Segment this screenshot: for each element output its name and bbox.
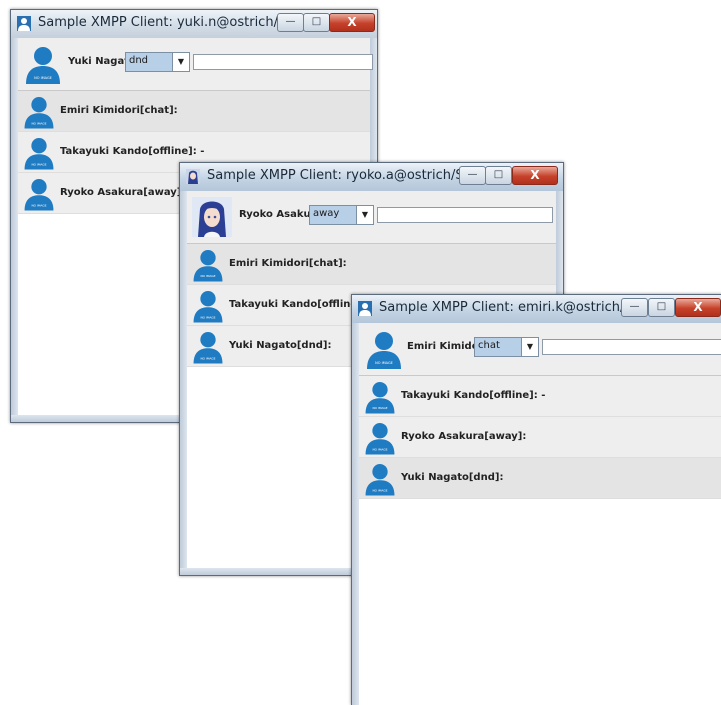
avatar-caption: NO IMAGE: [372, 406, 387, 410]
contact-avatar: NO IMAGE: [191, 288, 225, 323]
window-title: Sample XMPP Client: ryoko.a@ostrich/S...: [207, 168, 477, 183]
avatar-caption: NO IMAGE: [31, 121, 46, 125]
contact-label: Takayuki Kando[offline]: -: [401, 390, 546, 401]
avatar-caption: NO IMAGE: [375, 361, 393, 365]
contact-avatar: NO IMAGE: [22, 94, 56, 129]
status-value: chat: [478, 340, 500, 351]
title-bar[interactable]: Sample XMPP Client: ryoko.a@ostrich/S...…: [180, 163, 563, 191]
contact-avatar: NO IMAGE: [191, 247, 225, 282]
avatar-caption: NO IMAGE: [34, 76, 52, 80]
close-button[interactable]: X: [329, 13, 375, 32]
contact-avatar: NO IMAGE: [363, 379, 397, 414]
contact-item[interactable]: NO IMAGE Yuki Nagato[dnd]:: [359, 458, 721, 499]
user-header: NO IMAGE Yuki Nagato dnd ▼: [18, 38, 373, 91]
window-title: Sample XMPP Client: yuki.n@ostrich/...: [38, 15, 291, 30]
title-bar[interactable]: Sample XMPP Client: emiri.k@ostrich/... …: [352, 295, 721, 323]
user-icon: [17, 16, 31, 31]
contact-item[interactable]: NO IMAGE Ryoko Asakura[away]:: [359, 417, 721, 458]
title-bar[interactable]: Sample XMPP Client: yuki.n@ostrich/... —…: [11, 10, 377, 38]
minimize-button[interactable]: —: [621, 298, 648, 317]
maximize-button[interactable]: □: [485, 166, 512, 185]
user-avatar: NO IMAGE: [364, 329, 404, 369]
contact-avatar: NO IMAGE: [22, 135, 56, 170]
maximize-button[interactable]: □: [303, 13, 330, 32]
maximize-button[interactable]: □: [648, 298, 675, 317]
avatar-caption: NO IMAGE: [372, 447, 387, 451]
user-icon: [358, 301, 372, 316]
contact-label: Takayuki Kando[offline]: -: [60, 146, 205, 157]
minimize-button[interactable]: —: [459, 166, 486, 185]
avatar-caption: NO IMAGE: [31, 162, 46, 166]
contact-label: Yuki Nagato[dnd]:: [401, 472, 504, 483]
user-header: Ryoko Asakura away ▼: [187, 191, 556, 244]
avatar-caption: NO IMAGE: [31, 203, 46, 207]
window-frame: [11, 38, 18, 422]
anime-character-avatar: [186, 169, 200, 184]
chevron-down-icon[interactable]: ▼: [172, 53, 189, 71]
status-select[interactable]: away ▼: [309, 205, 374, 225]
window-title: Sample XMPP Client: emiri.k@ostrich/...: [379, 300, 637, 315]
anime-character-avatar: [192, 197, 232, 237]
chevron-down-icon[interactable]: ▼: [521, 338, 538, 356]
avatar-caption: NO IMAGE: [200, 356, 215, 360]
contact-avatar: NO IMAGE: [191, 329, 225, 364]
status-message-input[interactable]: [193, 54, 373, 70]
avatar-caption: NO IMAGE: [200, 274, 215, 278]
status-select[interactable]: dnd ▼: [125, 52, 190, 72]
window-content: NO IMAGE Emiri Kimidori chat ▼ NO IMAGE …: [359, 323, 721, 705]
status-message-input[interactable]: [542, 339, 721, 355]
status-select[interactable]: chat ▼: [474, 337, 539, 357]
close-button[interactable]: X: [512, 166, 558, 185]
window-frame: [180, 191, 187, 575]
contact-label: Ryoko Asakura[away]:: [401, 431, 527, 442]
avatar-caption: NO IMAGE: [372, 488, 387, 492]
contact-label: Emiri Kimidori[chat]:: [229, 258, 347, 269]
close-button[interactable]: X: [675, 298, 721, 317]
status-value: dnd: [129, 55, 149, 66]
contact-item[interactable]: NO IMAGE Emiri Kimidori[chat]:: [18, 91, 370, 132]
contact-avatar: NO IMAGE: [363, 461, 397, 496]
user-avatar: NO IMAGE: [23, 44, 63, 84]
contact-label: Emiri Kimidori[chat]:: [60, 105, 178, 116]
avatar-caption: NO IMAGE: [200, 315, 215, 319]
contact-item[interactable]: NO IMAGE Emiri Kimidori[chat]:: [187, 244, 556, 285]
user-header: NO IMAGE Emiri Kimidori chat ▼: [359, 323, 721, 376]
minimize-button[interactable]: —: [277, 13, 304, 32]
contact-item[interactable]: NO IMAGE Takayuki Kando[offline]: -: [359, 376, 721, 417]
contact-label: Ryoko Asakura[away]:: [60, 187, 186, 198]
status-message-input[interactable]: [377, 207, 553, 223]
contact-list[interactable]: NO IMAGE Takayuki Kando[offline]: - NO I…: [359, 376, 721, 499]
client-window-emiri[interactable]: Sample XMPP Client: emiri.k@ostrich/... …: [351, 294, 721, 705]
contact-avatar: NO IMAGE: [22, 176, 56, 211]
contact-avatar: NO IMAGE: [363, 420, 397, 455]
chevron-down-icon[interactable]: ▼: [356, 206, 373, 224]
window-frame: [352, 323, 359, 705]
status-value: away: [313, 208, 340, 219]
contact-label: Yuki Nagato[dnd]:: [229, 340, 332, 351]
